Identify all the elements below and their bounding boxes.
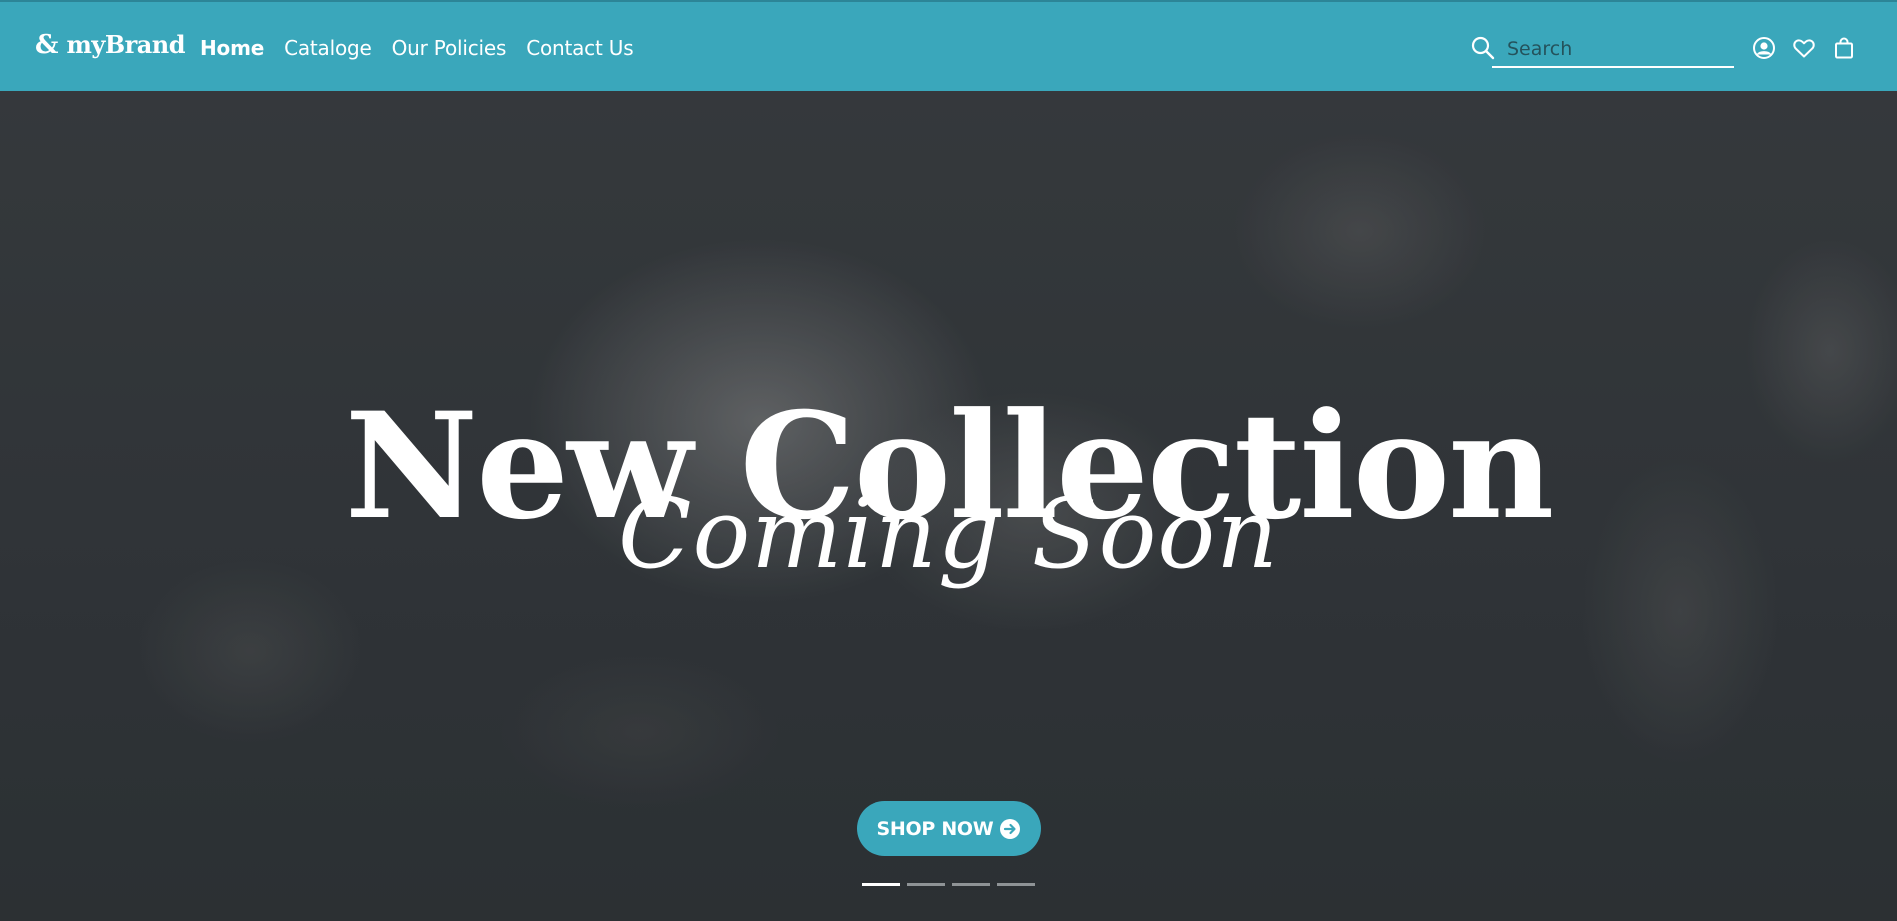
hero-banner: New Collection Coming Soon SHOP NOW — [0, 91, 1897, 921]
brand-mark-icon: & — [35, 29, 59, 60]
shop-now-label: SHOP NOW — [876, 817, 994, 840]
brand-logo[interactable]: & myBrand — [35, 29, 186, 60]
nav-link-our-policies[interactable]: Our Policies — [392, 36, 507, 60]
nav-link-contact-us[interactable]: Contact Us — [526, 36, 633, 60]
slide-indicator-4[interactable] — [997, 883, 1035, 886]
shop-now-button[interactable]: SHOP NOW — [857, 801, 1041, 856]
slide-indicator-2[interactable] — [907, 883, 945, 886]
wishlist-heart-icon[interactable] — [1792, 36, 1816, 60]
slide-indicator-1[interactable] — [862, 883, 900, 886]
header-icon-group — [1752, 36, 1856, 60]
slide-indicator-3[interactable] — [952, 883, 990, 886]
brand-name: myBrand — [66, 30, 186, 59]
nav-link-home[interactable]: Home — [200, 36, 264, 60]
account-icon[interactable] — [1752, 36, 1776, 60]
top-navigation-bar: & myBrand Home Cataloge Our Policies Con… — [0, 0, 1897, 91]
slider-pagination — [862, 883, 1035, 886]
search-bar — [1470, 32, 1734, 70]
nav-link-cataloge[interactable]: Cataloge — [284, 36, 372, 60]
main-nav: Home Cataloge Our Policies Contact Us — [200, 36, 634, 60]
search-input[interactable] — [1492, 32, 1734, 68]
shopping-bag-icon[interactable] — [1832, 36, 1856, 60]
hero-subtitle: Coming Soon — [618, 478, 1279, 590]
arrow-right-circle-icon — [1000, 818, 1021, 839]
